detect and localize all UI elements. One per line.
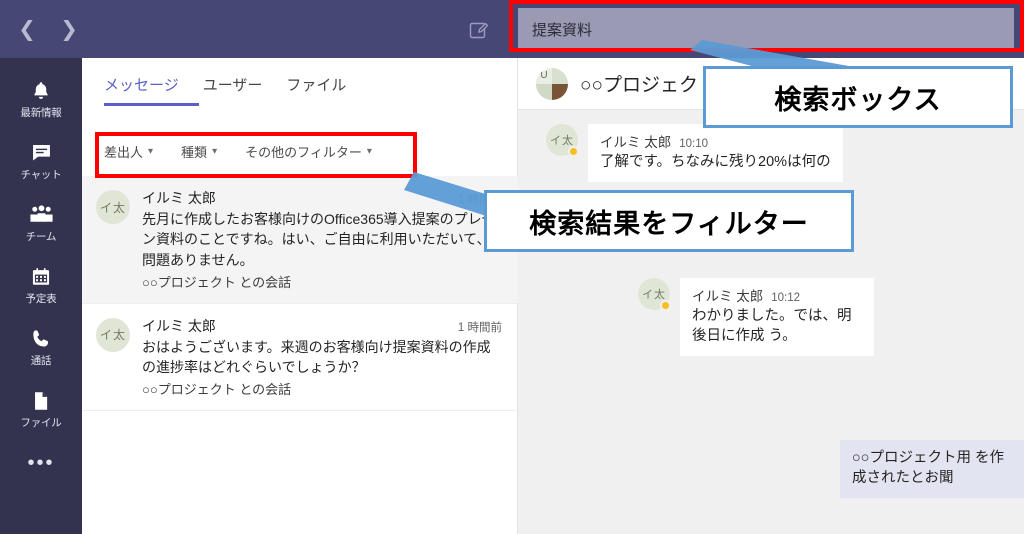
sidebar-item-chat[interactable]: チャット	[0, 130, 82, 192]
message-text: わかりました。では、明後日に作成 う。	[692, 307, 852, 345]
avatar-initial: U	[536, 67, 552, 84]
filter-from[interactable]: 差出人 ▾	[104, 142, 153, 161]
sidebar-item-teams[interactable]: チーム	[0, 192, 82, 254]
message-bubble[interactable]: イルミ 太郎 10:12 わかりました。では、明後日に作成 う。	[680, 277, 874, 356]
page-title: ○○プロジェクト	[580, 75, 717, 96]
tab-people[interactable]: ユーザー	[203, 74, 263, 106]
search-result-tabs: メッセージ ユーザー ファイル	[82, 58, 517, 106]
forward-icon[interactable]: ❯	[56, 14, 82, 44]
avatar: イ太	[638, 277, 671, 311]
app-rail: 最新情報 チャット チーム 予定表 通話 ファイル •••	[0, 58, 82, 534]
list-item-body: イルミ 太郎 1 時間前 おはようございます。来週のお客様向け提案資料の作成の進…	[142, 316, 502, 399]
teams-search-screen: ❮ ❯ 最新情報	[0, 0, 1024, 534]
list-item-snippet: 先月に作成したお客様向けのOffice365導入提案のプレゼン資料のことですね。…	[142, 211, 496, 268]
annotation-callout-search-box: 検索ボックス	[703, 66, 1013, 128]
filter-more-label: その他のフィルター	[245, 144, 362, 160]
teams-icon	[29, 203, 54, 227]
message-row: ○○プロジェクト用 を作成されたとお聞	[518, 356, 1024, 498]
sidebar-item-activity[interactable]: 最新情報	[0, 68, 82, 130]
list-item-context: ○○プロジェクト との会話	[142, 274, 292, 290]
back-icon[interactable]: ❮	[14, 14, 40, 44]
message-text: 了解です。ちなみに残り20%は何の	[600, 154, 831, 170]
sidebar-item-activity-label: 最新情報	[20, 106, 62, 119]
message-sender: イルミ 太郎	[600, 135, 672, 150]
group-avatar: U	[536, 67, 568, 100]
filter-more[interactable]: その他のフィルター ▾	[245, 142, 372, 161]
message-bubble[interactable]: イルミ 太郎 10:10 了解です。ちなみに残り20%は何の	[588, 124, 843, 182]
list-item-context: ○○プロジェクト との会話	[142, 382, 292, 398]
sidebar-item-chat-label: チャット	[20, 168, 62, 181]
avatar-quadrant	[552, 83, 568, 100]
search-filter-bar: 差出人 ▾ 種類 ▾ その他のフィルター ▾	[82, 130, 518, 172]
top-bar: ❮ ❯	[0, 0, 1024, 58]
list-item-timestamp: 1 時間前	[457, 321, 502, 334]
sidebar-item-files-label: ファイル	[20, 416, 62, 429]
presence-away-icon	[660, 299, 671, 311]
message-timestamp: 10:10	[679, 138, 709, 150]
sidebar-item-calls-label: 通話	[30, 354, 52, 367]
message-meta: イルミ 太郎 10:12	[692, 285, 862, 305]
avatar: イ太	[96, 190, 130, 224]
chevron-down-icon: ▾	[366, 145, 372, 157]
calendar-icon	[30, 265, 52, 289]
search-result-list[interactable]: イ太 イルミ 太郎 1 時間前 先月に作成したお客様向けのOffice365導入…	[82, 176, 518, 534]
message-sender: イルミ 太郎	[692, 288, 764, 304]
chat-icon	[30, 141, 53, 165]
message-text: ○○プロジェクト用 を作成されたとお聞	[852, 449, 1005, 487]
navigation-arrows: ❮ ❯	[14, 14, 82, 44]
search-box-wrapper	[518, 8, 1014, 50]
avatar-initials: イ太	[642, 288, 666, 301]
filter-from-label: 差出人	[104, 144, 144, 160]
sidebar-item-files[interactable]: ファイル	[0, 378, 82, 440]
bell-icon	[30, 79, 52, 103]
search-input[interactable]	[518, 8, 1014, 50]
list-item-header: イルミ 太郎 1 時間前	[142, 188, 502, 208]
list-item-snippet: おはようございます。来週のお客様向け提案資料の作成の進捗率はどれぐらいでしょうか…	[142, 338, 491, 376]
phone-icon	[30, 327, 52, 351]
compose-new-chat-icon[interactable]	[469, 20, 489, 40]
list-item[interactable]: イ太 イルミ 太郎 1 時間前 先月に作成したお客様向けのOffice365導入…	[82, 176, 518, 304]
active-tab-indicator	[104, 103, 199, 106]
sidebar-item-more[interactable]: •••	[0, 440, 82, 486]
message-bubble[interactable]: ○○プロジェクト用 を作成されたとお聞	[840, 439, 1024, 498]
avatar: イ太	[546, 124, 579, 157]
list-item-body: イルミ 太郎 1 時間前 先月に作成したお客様向けのOffice365導入提案の…	[142, 188, 502, 291]
list-item-header: イルミ 太郎 1 時間前	[142, 316, 502, 336]
avatar-quadrant	[552, 67, 568, 84]
message-timestamp: 10:12	[771, 291, 801, 304]
chevron-down-icon: ▾	[212, 145, 218, 157]
tab-files[interactable]: ファイル	[286, 74, 346, 106]
avatar: イ太	[96, 317, 130, 352]
sidebar-item-calendar-label: 予定表	[25, 292, 57, 305]
sidebar-item-teams-label: チーム	[25, 230, 57, 243]
chat-pane: U ○○プロジェクト イ太 イルミ 太郎 10:10 了解です。ちなみに残り20…	[518, 58, 1024, 534]
sidebar-item-calendar[interactable]: 予定表	[0, 254, 82, 316]
avatar-quadrant	[536, 83, 552, 100]
annotation-callout-filter-results: 検索結果をフィルター	[484, 190, 854, 252]
sidebar-item-calls[interactable]: 通話	[0, 316, 82, 378]
list-item-sender: イルミ 太郎	[142, 317, 216, 334]
list-item[interactable]: イ太 イルミ 太郎 1 時間前 おはようございます。来週のお客様向け提案資料の作…	[82, 304, 518, 412]
file-icon	[31, 389, 51, 413]
search-results-pane: メッセージ ユーザー ファイル 差出人 ▾ 種類 ▾ その他のフィルター ▾ イ…	[82, 58, 518, 534]
chevron-down-icon: ▾	[148, 145, 154, 157]
message-meta: イルミ 太郎 10:10	[600, 131, 831, 151]
tab-messages[interactable]: メッセージ	[104, 74, 179, 106]
filter-type-label: 種類	[181, 144, 208, 160]
filter-type[interactable]: 種類 ▾	[181, 142, 217, 161]
list-item-sender: イルミ 太郎	[142, 190, 216, 206]
presence-away-icon	[568, 146, 579, 157]
